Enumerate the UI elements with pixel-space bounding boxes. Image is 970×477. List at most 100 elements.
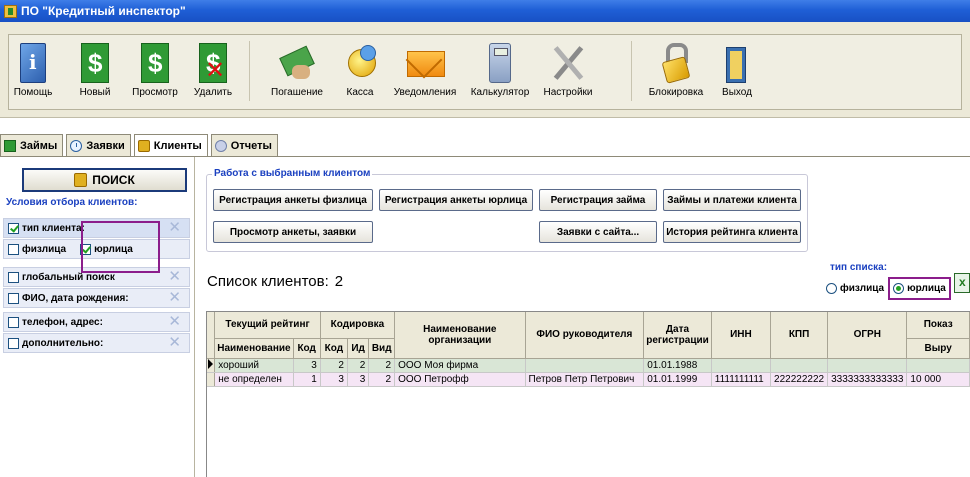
cell-id: 3 [347,372,370,387]
header-inn[interactable]: ИНН [711,312,772,359]
payment-label: Погашение [271,87,323,98]
cell-date: 01.01.1999 [643,372,712,387]
client-type-checkbox[interactable] [8,222,19,234]
header-ogrn[interactable]: ОГРН [827,312,908,359]
header-org[interactable]: Наименование организации [394,312,526,359]
register-yur-button[interactable]: Регистрация анкеты юрлица [379,189,533,211]
delete-label: Удалить [193,87,233,98]
type-yur-radio[interactable] [893,283,905,294]
clear-icon[interactable]: ✕ [168,220,181,236]
dollar-view-icon [141,43,169,83]
cell-kpp [770,358,829,373]
row-indicator [207,372,216,387]
rating-history-button[interactable]: История рейтинга клиента [663,221,801,243]
view-form-button[interactable]: Просмотр анкеты, заявки [213,221,373,243]
header-rating-name[interactable]: Наименование [214,338,294,359]
header-indicators[interactable]: Показ [906,312,970,339]
tab-loans-label: Займы [20,139,58,152]
filter-additional[interactable]: дополнительно: ✕ [3,333,190,353]
help-button[interactable]: Помощь [11,35,55,107]
payment-button[interactable]: Погашение [265,35,329,107]
report-icon [214,139,227,152]
tab-reports[interactable]: Отчеты [210,134,278,156]
register-loan-button[interactable]: Регистрация займа [539,189,657,211]
header-coding-id[interactable]: Ид [347,338,370,359]
clients-grid: Текущий рейтинг Кодировка Наименование о… [206,311,970,477]
cell-kod: 2 [320,358,348,373]
name-birthdate-label: ФИО, дата рождения: [22,292,129,304]
cell-revenue [906,358,970,373]
cell-code: 3 [293,358,321,373]
filter-name-birthdate[interactable]: ФИО, дата рождения: ✕ [3,288,190,308]
phone-address-label: телефон, адрес: [22,316,103,328]
phone-address-checkbox[interactable] [8,316,19,328]
coins-icon [342,43,378,83]
new-label: Новый [79,87,111,98]
header-rating[interactable]: Текущий рейтинг [214,312,321,339]
window-title: ПО "Кредитный инспектор" [21,4,186,18]
cell-ogrn [827,358,908,373]
clear-icon[interactable]: ✕ [168,314,181,330]
table-row[interactable]: хороший 3 2 2 2 ООО Моя фирма 01.01.1988 [207,358,970,373]
fiz-label: физлица [22,243,67,255]
additional-label: дополнительно: [22,337,104,349]
lock-button[interactable]: Блокировка [645,35,707,107]
clear-icon[interactable]: ✕ [168,290,181,306]
loans-payments-button[interactable]: Займы и платежи клиента [663,189,801,211]
header-head[interactable]: ФИО руководителя [525,312,645,359]
header-kpp[interactable]: КПП [770,312,829,359]
calculator-button[interactable]: Калькулятор [467,35,533,107]
list-type-title: тип списка: [830,262,888,273]
tab-requests[interactable]: Заявки [66,134,131,156]
kassa-button[interactable]: Касса [335,35,385,107]
lock-label: Блокировка [648,87,704,98]
register-fiz-button[interactable]: Регистрация анкеты физлица [213,189,373,211]
app-icon [4,4,17,18]
cell-vid: 2 [368,372,396,387]
header-rating-code[interactable]: Код [293,338,321,359]
exit-button[interactable]: Выход [717,35,757,107]
new-button[interactable]: Новый [73,35,117,107]
tab-clients-label: Клиенты [153,139,202,152]
header-coding-vid[interactable]: Вид [368,338,396,359]
list-type-radios: физлица юрлица [826,277,951,300]
type-fiz-label: физлица [840,283,885,294]
header-coding-kod[interactable]: Код [320,338,348,359]
envelope-icon [407,43,445,83]
view-button[interactable]: Просмотр [129,35,181,107]
type-fiz-radio[interactable] [826,283,837,294]
dollar-delete-icon [199,43,227,85]
settings-button[interactable]: Настройки [537,35,599,107]
cell-kpp: 222222222 [770,372,829,387]
cell-ogrn: 3333333333333 [827,372,908,387]
window-title-bar: ПО "Кредитный инспектор" [0,0,970,22]
toolbar: Помощь Новый Просмотр Удалить Погашение … [0,22,970,118]
name-birthdate-checkbox[interactable] [8,292,19,304]
client-type-label: тип клиента: [22,222,85,234]
site-requests-button[interactable]: Заявки с сайта... [539,221,657,243]
clear-icon[interactable]: ✕ [168,269,181,285]
header-coding[interactable]: Кодировка [320,312,396,339]
cell-head [525,358,645,373]
clear-icon[interactable]: ✕ [168,335,181,351]
toolbar-panel: Помощь Новый Просмотр Удалить Погашение … [8,34,962,110]
highlight-annotation: юрлица [888,277,951,300]
header-regdate[interactable]: Дата регистрации [643,312,712,359]
clock-icon [70,139,83,152]
global-search-checkbox[interactable] [8,271,19,283]
fiz-checkbox[interactable] [8,243,19,255]
additional-checkbox[interactable] [8,337,19,349]
toolbar-separator [249,41,250,101]
excel-export-icon[interactable] [954,273,970,293]
delete-button[interactable]: Удалить [189,35,237,107]
filter-phone-address[interactable]: телефон, адрес: ✕ [3,312,190,332]
tab-clients[interactable]: Клиенты [133,134,208,156]
search-button[interactable]: ПОИСК [22,168,187,192]
notifications-button[interactable]: Уведомления [389,35,461,107]
list-type-box: тип списка: физлица юрлица [822,262,952,302]
client-list-title: Список клиентов: 2 [207,273,343,290]
tab-requests-label: Заявки [86,139,125,152]
header-revenue[interactable]: Выру [906,338,970,359]
table-row[interactable]: не определен 1 3 3 2 ООО Петрофф Петров … [207,372,970,387]
tab-loans[interactable]: Займы [0,134,64,156]
